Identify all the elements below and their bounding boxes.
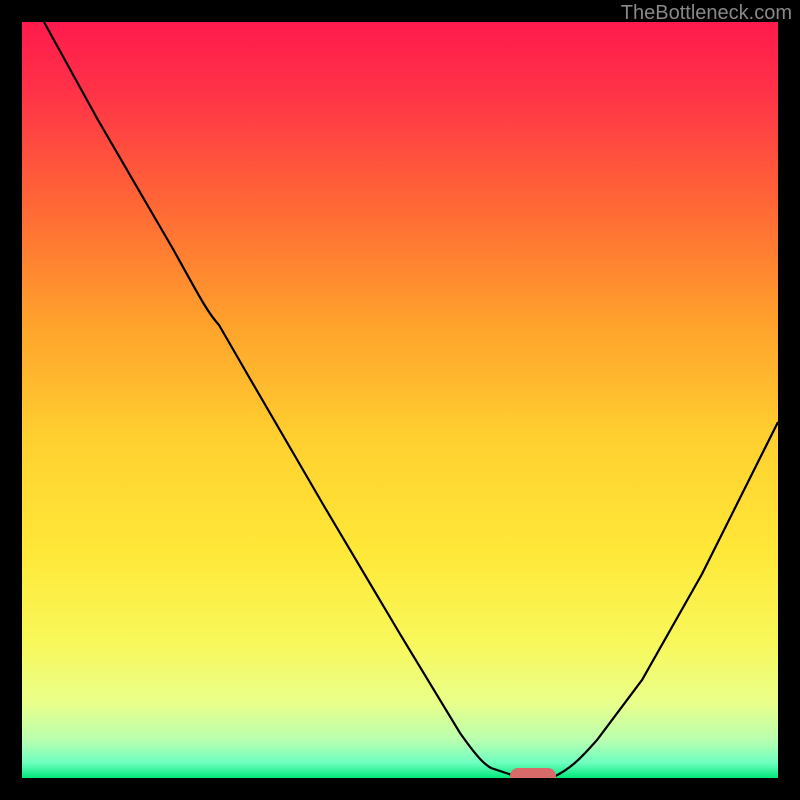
chart-svg (22, 22, 778, 778)
plot-area (22, 22, 778, 778)
gradient-background (22, 22, 778, 778)
watermark-text: TheBottleneck.com (621, 2, 792, 25)
chart-container: TheBottleneck.com (0, 0, 800, 800)
optimal-point-marker (510, 768, 556, 778)
